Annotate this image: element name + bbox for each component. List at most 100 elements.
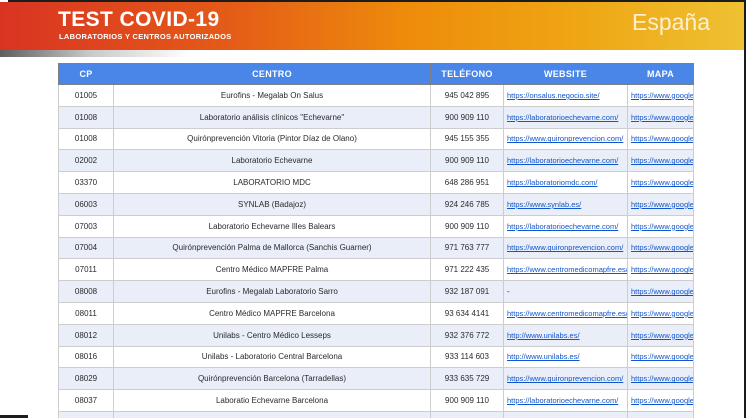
website-link[interactable]: https://laboratorioechevarne.com/ (507, 113, 618, 122)
cp-cell: 08011 (58, 301, 114, 325)
region-label: España (631, 9, 710, 35)
mapa-cell: https://www.google.c (627, 367, 694, 391)
mapa-link[interactable]: https://www.google.c (631, 331, 693, 340)
mapa-link[interactable]: https://www.google.c (631, 374, 693, 383)
website-link[interactable]: http://www.unilabs.es/ (507, 352, 580, 361)
page: TEST COVID-19 LABORATORIOS Y CENTROS AUT… (0, 0, 750, 418)
cp-cell: 07011 (58, 258, 114, 282)
table-row: 01008 Quirónprevención Vitoria (Pintor D… (58, 127, 694, 151)
centro-cell: Unilabs - Centro Médico Lesseps (113, 323, 431, 347)
centro-cell: Unilabs - Laboratorio Central Barcelona (113, 345, 431, 369)
telefono-cell: 933 114 603 (430, 345, 504, 369)
telefono-cell: 932 187 091 (430, 280, 504, 303)
website-link[interactable]: https://www.quironprevencion.com/ (507, 134, 623, 143)
website-cell: https://laboratorioechevarne.com/ (503, 389, 628, 412)
col-header-website: WEBSITE (503, 63, 628, 85)
header-shadow (0, 50, 200, 57)
website-cell: https://www.synlab.es/ (503, 192, 628, 216)
table-row: 08016 Unilabs - Laboratorio Central Barc… (58, 345, 694, 369)
cp-cell: 03370 (58, 171, 114, 194)
centro-cell (113, 410, 431, 418)
table-header-row: CP CENTRO TELÉFONO WEBSITE MAPA (58, 63, 694, 85)
telefono-cell (430, 410, 504, 418)
website-missing: - (507, 287, 510, 297)
mapa-cell: https://www.google.c (627, 258, 694, 282)
table-row: 01005 Eurofins - Megalab On Salus 945 04… (58, 84, 694, 107)
website-link[interactable]: https://laboratorioechevarne.com/ (507, 222, 618, 231)
right-border (744, 0, 746, 418)
website-link[interactable]: https://onsalus.negocio.site/ (507, 91, 600, 100)
website-cell: http://www.unilabs.es/ (503, 345, 628, 369)
website-cell: https://www.quironprevencion.com/ (503, 236, 628, 260)
website-link[interactable]: https://laboratorioechevarne.com/ (507, 156, 618, 165)
website-link[interactable]: https://www.quironprevencion.com/ (507, 374, 623, 383)
mapa-cell (627, 410, 694, 418)
website-link[interactable]: https://laboratoriomdc.com/ (507, 178, 597, 187)
centro-cell: Laboratio Echevarne Barcelona (113, 389, 431, 412)
website-link[interactable]: https://www.quironprevencion.com/ (507, 243, 623, 252)
mapa-cell: https://www.google.c (627, 84, 694, 107)
mapa-link[interactable]: https://www.google.c (631, 113, 693, 122)
cp-cell: 02002 (58, 149, 114, 173)
centro-cell: Eurofins - Megalab Laboratorio Sarro (113, 280, 431, 303)
centro-cell: Laboratorio análisis clínicos "Echevarne… (113, 105, 431, 129)
col-header-mapa: MAPA (627, 63, 694, 85)
table-row: 03370 LABORATORIO MDC 648 286 951 https:… (58, 171, 694, 194)
website-cell: https://www.quironprevencion.com/ (503, 367, 628, 391)
table-row (58, 410, 694, 418)
mapa-cell: https://www.google.c (627, 105, 694, 129)
cp-cell (58, 410, 114, 418)
centro-cell: Laboratorio Echevarne Illes Balears (113, 214, 431, 238)
cp-cell: 08029 (58, 367, 114, 391)
centro-cell: Quirónprevención Palma de Mallorca (Sanc… (113, 236, 431, 260)
mapa-link[interactable]: https://www.google.c (631, 309, 693, 318)
website-cell: https://onsalus.negocio.site/ (503, 84, 628, 107)
telefono-cell: 93 634 4141 (430, 301, 504, 325)
website-cell: http://www.unilabs.es/ (503, 323, 628, 347)
website-cell: https://laboratoriomdc.com/ (503, 171, 628, 194)
website-cell: https://laboratorioechevarne.com/ (503, 149, 628, 173)
mapa-link[interactable]: https://www.google.c (631, 222, 693, 231)
mapa-link[interactable]: https://www.google.c (631, 287, 693, 296)
mapa-link[interactable]: https://www.google.c (631, 352, 693, 361)
mapa-link[interactable]: https://www.google.c (631, 265, 693, 274)
mapa-link[interactable]: https://www.google.c (631, 91, 693, 100)
website-link[interactable]: https://www.synlab.es/ (507, 200, 581, 209)
mapa-link[interactable]: https://www.google.c (631, 243, 693, 252)
cp-cell: 07004 (58, 236, 114, 260)
website-cell: https://www.centromedicomapfre.es/cen (503, 301, 628, 325)
page-title: TEST COVID-19 (58, 8, 220, 31)
table-row: 08011 Centro Médico MAPFRE Barcelona 93 … (58, 301, 694, 325)
cp-cell: 08037 (58, 389, 114, 412)
col-header-cp: CP (58, 63, 114, 85)
telefono-cell: 932 376 772 (430, 323, 504, 347)
table-row: 08037 Laboratio Echevarne Barcelona 900 … (58, 389, 694, 412)
mapa-link[interactable]: https://www.google.c (631, 396, 693, 405)
cp-cell: 08012 (58, 323, 114, 347)
telefono-cell: 945 042 895 (430, 84, 504, 107)
cp-cell: 07003 (58, 214, 114, 238)
table-row: 02002 Laboratorio Echevarne 900 909 110 … (58, 149, 694, 173)
table-row: 08012 Unilabs - Centro Médico Lesseps 93… (58, 323, 694, 347)
telefono-cell: 933 635 729 (430, 367, 504, 391)
website-link[interactable]: https://laboratorioechevarne.com/ (507, 396, 618, 405)
table-row: 07003 Laboratorio Echevarne Illes Balear… (58, 214, 694, 238)
top-border (8, 0, 744, 2)
mapa-link[interactable]: https://www.google.c (631, 200, 693, 209)
website-link[interactable]: https://www.centromedicomapfre.es/cen (507, 309, 627, 318)
telefono-cell: 924 246 785 (430, 192, 504, 216)
centro-cell: Laboratorio Echevarne (113, 149, 431, 173)
mapa-link[interactable]: https://www.google.c (631, 134, 693, 143)
mapa-cell: https://www.google.c (627, 149, 694, 173)
mapa-cell: https://www.google.c (627, 236, 694, 260)
table-row: 07011 Centro Médico MAPFRE Palma 971 222… (58, 258, 694, 282)
website-link[interactable]: http://www.unilabs.es/ (507, 331, 580, 340)
mapa-link[interactable]: https://www.google.c (631, 156, 693, 165)
telefono-cell: 971 763 777 (430, 236, 504, 260)
website-link[interactable]: https://www.centromedicomapfre.es/cen (507, 265, 627, 274)
telefono-cell: 648 286 951 (430, 171, 504, 194)
col-header-telefono: TELÉFONO (430, 63, 504, 85)
mapa-link[interactable]: https://www.google.c (631, 178, 693, 187)
telefono-cell: 900 909 110 (430, 214, 504, 238)
telefono-cell: 945 155 355 (430, 127, 504, 151)
